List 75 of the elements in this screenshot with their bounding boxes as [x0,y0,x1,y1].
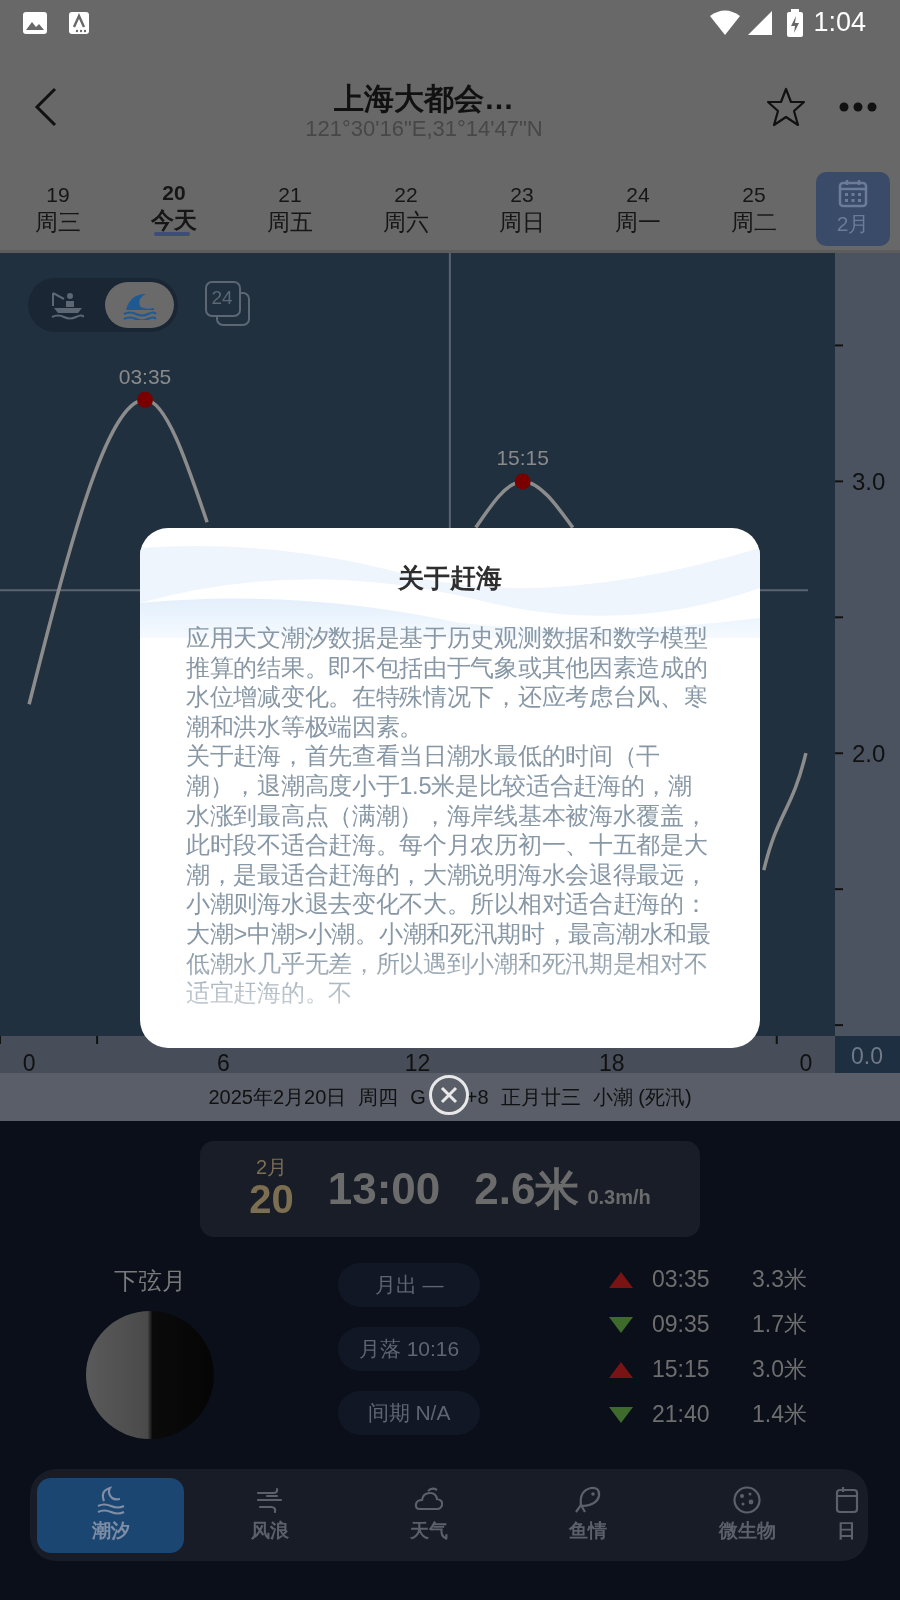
tide-height: 1.7米 [752,1310,807,1340]
wifi-icon [709,9,742,36]
tide-time: 09:35 [652,1310,711,1340]
tide-height: 3.0米 [752,1355,807,1385]
wave-icon [95,1484,126,1515]
nav-tab[interactable]: 潮汐 [37,1477,184,1553]
reading-month: 2月 [255,1157,287,1177]
peak-marker [514,473,531,490]
date-info-text: 小潮 (死汛) [592,1085,692,1110]
day-tab[interactable]: 19 周三 [0,172,116,246]
peak-time-label: 03:35 [118,364,172,388]
low-tide-triangle-icon [608,1315,634,1334]
moon-phase-label: 下弦月 [114,1266,186,1296]
page-title: 上海大都会… [333,81,515,118]
nav-tab[interactable]: 天气 [355,1477,503,1553]
x-tick-label: 6 [216,1050,230,1073]
nav-tab[interactable]: 鱼情 [514,1477,662,1553]
battery-icon [787,8,804,37]
close-icon [440,1086,458,1104]
image-icon [22,10,48,35]
date-info-text: 2025年2月20日 [208,1085,347,1110]
reading-height: 2.6米 [474,1163,580,1215]
day-range-toggle[interactable]: 24 [205,281,251,327]
nav-tab[interactable]: 日 [832,1477,861,1553]
day-tab[interactable]: 24 周一 [580,172,696,246]
moon-time-pill: 月落 10:16 [338,1327,480,1371]
day-tab[interactable]: 25 周二 [696,172,812,246]
signal-icon [747,9,774,36]
tide-height: 3.3米 [752,1265,807,1295]
dialog-paragraph: 关于赶海，首先查看当日潮水最低的时间（干潮），退潮高度小于1.5米是比较适合赶海的，潮水涨到最高点（满潮），海岸线基本被海水覆盖，此时段不适合赶海。每个月农历初一、十五都是大潮，是最适合赶海的，大潮说明海水会退得最远，小潮则海水退去变化不大。所以相对适合赶海的：大潮>中潮>小潮。小潮和死汛期时，最高潮水和最低潮水几乎无差，所以遇到小潮和死汛期是相对不适宜赶海的。不 [186,742,712,1009]
mode-option[interactable] [105,282,174,328]
y-tick-label: 2.0 [852,740,886,768]
tide-time: 15:15 [652,1355,711,1385]
microbe-icon [732,1484,763,1515]
y-tick-label: 3.0 [852,468,886,496]
reading-time: 13:00 [327,1163,441,1215]
app-notification-icon [68,10,90,35]
dialog-title: 关于赶海 [398,562,502,595]
date-info-text: G [410,1085,426,1110]
peak-time-label: 15:15 [496,446,549,470]
close-button[interactable] [429,1075,469,1115]
tide-time: 03:35 [652,1265,711,1295]
day-tab[interactable]: 22 周六 [348,172,464,246]
moon-time-pill: 间期 N/A [338,1391,480,1435]
nav-tab[interactable]: 风浪 [196,1477,344,1553]
back-chevron-icon [34,86,58,127]
moon-time-pill: 月出 — [338,1263,480,1307]
x-tick-label: 12 [404,1050,431,1073]
day-tab[interactable]: 23 周日 [464,172,580,246]
x-tick-label: 0 [799,1050,813,1073]
date-info-text: 正月廿三 [500,1085,581,1110]
x-tick-label: 18 [598,1050,625,1073]
calendar-icon [834,1484,859,1515]
current-level-box [835,1036,900,1073]
date-info-text: 周四 [358,1085,399,1110]
tide-time: 21:40 [652,1400,711,1430]
reading-rate: 0.3m/h [587,1185,651,1210]
date-info-text: +8 [465,1085,489,1110]
high-tide-triangle-icon [608,1360,634,1379]
x-tick-label: 0 [22,1050,36,1073]
more-dots-icon [839,101,877,112]
star-icon [766,86,806,127]
day-tab[interactable]: 20 今天 [116,172,232,246]
high-tide-triangle-icon [608,1270,634,1289]
low-tide-triangle-icon [608,1405,634,1424]
reading-day: 20 [249,1177,294,1221]
status-time: 1:04 [813,6,866,40]
calendar-icon [838,178,868,209]
tide-height: 1.4米 [752,1400,807,1430]
day-tab[interactable]: 21 周五 [232,172,348,246]
boat-person-icon [49,290,84,320]
nav-tab[interactable]: 微生物 [673,1477,821,1553]
peak-marker [137,391,153,408]
dialog-paragraph: 应用天文潮汐数据是基于历史观测数据和数学模型推算的结果。即不包括由于气象或其他因素造成的水位增减变化。在特殊情况下，还应考虑台风、寒潮和洪水等极端因素。 [186,624,709,742]
current-level-label: 0.0 [851,1043,883,1069]
